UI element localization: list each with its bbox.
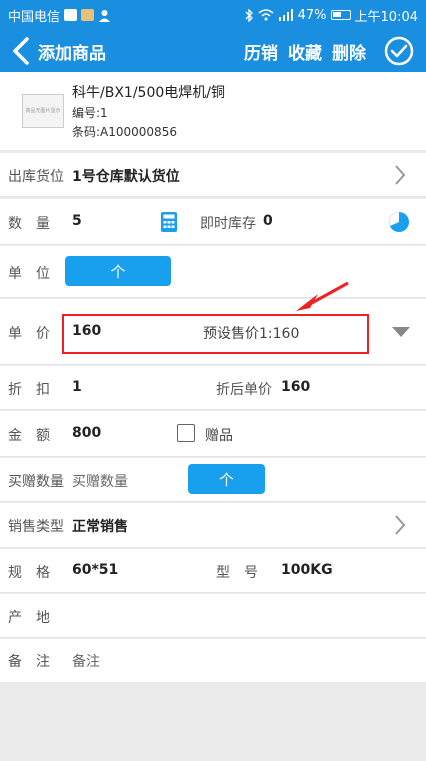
remark-label: 备 注 [8, 654, 50, 670]
spec-row: 规 格 60*51 型 号 100KG [0, 549, 426, 593]
stock-label: 即时库存 [200, 216, 256, 232]
discount-input[interactable]: 1 [72, 379, 82, 395]
back-arrow-icon [13, 37, 29, 65]
empty-area [0, 682, 426, 761]
unit-select-button[interactable]: 个 [65, 256, 171, 286]
discount-label: 折 扣 [8, 382, 50, 398]
quantity-input[interactable]: 5 [72, 213, 82, 229]
battery-percent: 47% [297, 7, 327, 23]
product-name: 科牛/BX1/500电焊机/铜 [72, 85, 225, 101]
location-row[interactable]: 出库货位 1号仓库默认货位 [0, 153, 426, 197]
back-button[interactable] [4, 30, 38, 72]
origin-label: 产 地 [8, 610, 50, 626]
location-label: 出库货位 [8, 169, 64, 185]
bonus-unit-button[interactable]: 个 [188, 464, 265, 494]
annotation-arrow [296, 281, 349, 311]
model-value: 100KG [281, 562, 333, 578]
stock-value: 0 [263, 213, 273, 229]
bluetooth-icon [245, 8, 253, 22]
model-label: 型 号 [216, 565, 258, 581]
wifi-icon [258, 9, 274, 21]
favorite-button[interactable]: 收藏 [288, 39, 322, 64]
clock: 上午10:04 [354, 9, 418, 25]
price-label: 单 价 [8, 326, 50, 342]
delete-button[interactable]: 删除 [332, 39, 366, 64]
unit-label: 单 位 [8, 266, 50, 282]
carrier-label: 中国电信 [8, 9, 61, 25]
status-bar: 中国电信 47% 上午10:04 [0, 0, 426, 30]
notification-icon [64, 9, 78, 21]
confirm-check-icon[interactable] [384, 36, 414, 66]
remark-input[interactable]: 备注 [72, 651, 100, 671]
remark-row: 备 注 备注 [0, 639, 426, 682]
bonus-qty-label: 买赠数量 [8, 474, 64, 490]
quantity-label: 数 量 [8, 216, 50, 232]
product-code: 编号:1 [72, 106, 108, 120]
user-icon [99, 9, 111, 22]
sale-type-row[interactable]: 销售类型 正常销售 [0, 503, 426, 548]
amount-input[interactable]: 800 [72, 425, 101, 441]
amount-label: 金 额 [8, 428, 50, 444]
price-highlight-box [62, 314, 369, 354]
quantity-row: 数 量 5 即时库存 0 [0, 199, 426, 245]
product-thumbnail: 商品无图片显示 [22, 94, 64, 128]
gift-checkbox[interactable] [177, 424, 195, 442]
battery-icon [330, 10, 351, 20]
bonus-qty-row: 买赠数量 买赠数量 个 [0, 458, 426, 502]
origin-row: 产 地 [0, 594, 426, 638]
app-notification-icon [81, 9, 95, 21]
discounted-price-label: 折后单价 [216, 382, 272, 398]
spec-label: 规 格 [8, 565, 50, 581]
location-value: 1号仓库默认货位 [72, 169, 180, 185]
spec-value: 60*51 [72, 562, 119, 578]
app-bar: 添加商品 历销 收藏 删除 [0, 30, 426, 72]
calculator-icon[interactable] [160, 211, 178, 233]
page-title: 添加商品 [38, 43, 106, 64]
unit-row: 单 位 个 [0, 246, 426, 298]
discount-row: 折 扣 1 折后单价 160 [0, 366, 426, 410]
amount-row: 金 额 800 赠品 [0, 411, 426, 457]
signal-icon [278, 9, 293, 21]
chevron-right-icon [395, 165, 406, 185]
bonus-qty-input[interactable]: 买赠数量 [72, 471, 128, 491]
product-summary: 商品无图片显示 科牛/BX1/500电焊机/铜 编号:1 条码:A1000008… [0, 72, 426, 150]
discounted-price-value: 160 [281, 379, 311, 395]
chevron-right-icon [395, 515, 406, 535]
history-sales-button[interactable]: 历销 [244, 39, 278, 64]
pie-chart-icon[interactable] [388, 211, 410, 233]
dropdown-triangle-icon[interactable] [392, 327, 410, 337]
sale-type-label: 销售类型 [8, 519, 64, 535]
sale-type-value: 正常销售 [72, 519, 128, 535]
gift-label: 赠品 [205, 428, 233, 444]
product-barcode: 条码:A100000856 [72, 125, 177, 139]
